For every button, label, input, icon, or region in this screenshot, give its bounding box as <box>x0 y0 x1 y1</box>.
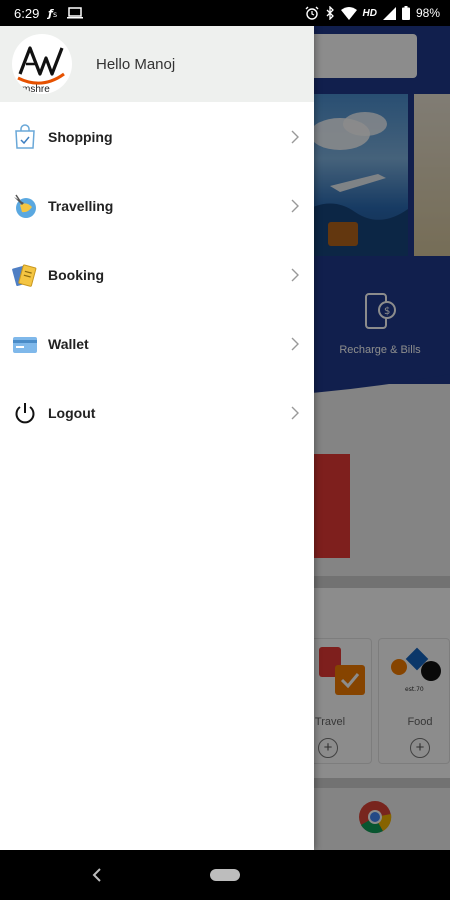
menu-label-travelling: Travelling <box>48 197 114 214</box>
menu-item-wallet[interactable]: Wallet <box>0 309 314 378</box>
drawer-menu: Shopping Travelling Booking Wallet Logou… <box>0 102 314 447</box>
wifi-icon <box>340 6 357 20</box>
laptop-icon <box>67 7 84 19</box>
drawer-header: mshre Hello Manoj <box>0 26 314 102</box>
avatar[interactable]: mshre <box>12 34 72 94</box>
ticket-icon <box>12 262 38 288</box>
menu-label-wallet: Wallet <box>48 335 89 352</box>
menu-label-booking: Booking <box>48 266 104 283</box>
home-pill-button[interactable] <box>210 869 240 881</box>
battery-icon <box>401 6 410 20</box>
menu-item-booking[interactable]: Booking <box>0 240 314 309</box>
bluetooth-icon <box>325 6 335 20</box>
navigation-drawer: mshre Hello Manoj Shopping Travelling Bo… <box>0 26 314 850</box>
system-nav-bar <box>0 850 450 900</box>
power-icon <box>12 400 38 426</box>
chevron-right-icon <box>291 337 299 350</box>
brand-logo-text: mshre <box>22 84 50 94</box>
signal-icon <box>382 6 396 20</box>
app-notification-icon: ƒs <box>47 7 59 19</box>
network-type: HD <box>362 7 377 19</box>
wallet-icon <box>12 331 38 357</box>
status-time: 6:29 <box>14 5 40 21</box>
shopping-bag-icon <box>12 123 38 150</box>
alarm-icon <box>305 6 319 20</box>
chevron-right-icon <box>291 199 299 212</box>
chevron-right-icon <box>291 268 299 281</box>
menu-item-logout[interactable]: Logout <box>0 378 314 447</box>
status-bar: 6:29 ƒs HD 98% <box>0 0 450 26</box>
user-greeting: Hello Manoj <box>96 55 176 73</box>
menu-label-logout: Logout <box>48 404 96 421</box>
menu-label-shopping: Shopping <box>48 128 113 145</box>
menu-item-shopping[interactable]: Shopping <box>0 102 314 171</box>
svg-text:s: s <box>53 10 57 19</box>
travel-globe-icon <box>12 193 38 219</box>
battery-percent: 98% <box>415 6 440 20</box>
menu-item-travelling[interactable]: Travelling <box>0 171 314 240</box>
chevron-right-icon <box>291 406 299 419</box>
chevron-right-icon <box>291 130 299 143</box>
back-icon[interactable] <box>88 866 106 884</box>
